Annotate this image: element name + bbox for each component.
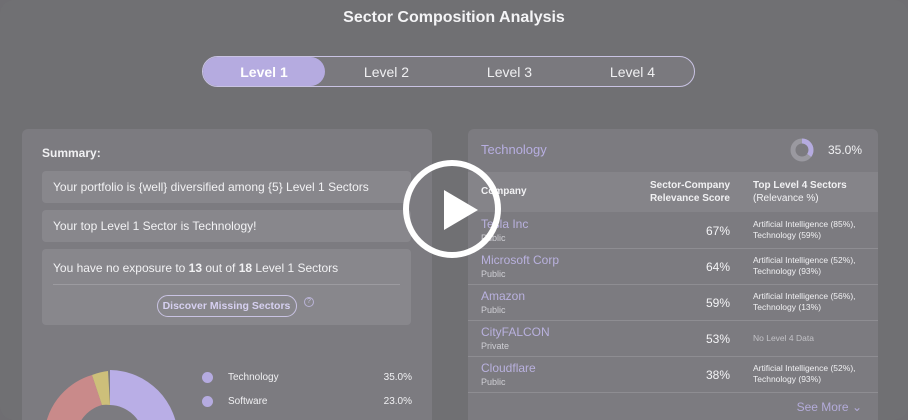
sector-line: Artificial Intelligence (85%), [753, 219, 856, 229]
video-frame: Sector Composition Analysis Level 1 Leve… [0, 0, 908, 420]
summary-label: Summary: [42, 146, 101, 160]
top-sectors: Artificial Intelligence (85%), Technology… [753, 219, 873, 241]
level-tabs: Level 1 Level 2 Level 3 Level 4 [202, 56, 695, 87]
col-relevance-score: Sector-Company Relevance Score [618, 179, 730, 205]
sector-donut-chart [46, 370, 176, 420]
sector-line: Artificial Intelligence (52%), [753, 363, 856, 373]
table-row[interactable]: Microsoft Corp Public 64% Artificial Int… [468, 249, 878, 285]
company-name[interactable]: Amazon [481, 289, 525, 303]
company-type: Public [481, 305, 506, 315]
company-name[interactable]: CityFALCON [481, 325, 550, 339]
legend-name: Software [228, 396, 268, 407]
question-icon[interactable]: ? [304, 297, 314, 307]
summary-diversification: Your portfolio is {well} diversified amo… [42, 171, 411, 203]
sector-pct-ring-icon [790, 138, 814, 162]
tab-level-2[interactable]: Level 2 [325, 57, 448, 86]
legend-dot [202, 396, 213, 407]
summary-panel: Summary: Your portfolio is {well} divers… [22, 129, 432, 420]
exposure-prefix: You have no exposure to [53, 261, 189, 275]
company-name[interactable]: Cloudflare [481, 361, 536, 375]
legend-pct: 23.0% [383, 396, 412, 407]
table-header: Company Sector-Company Relevance Score T… [468, 172, 878, 212]
summary-top-sector: Your top Level 1 Sector is Technology! [42, 210, 411, 242]
divider [53, 284, 400, 285]
sector-line: Technology (13%) [753, 302, 822, 312]
sector-line: Artificial Intelligence (56%), [753, 291, 856, 301]
table-row[interactable]: Cloudflare Public 38% Artificial Intelli… [468, 357, 878, 393]
sector-line: Artificial Intelligence (52%), [753, 255, 856, 265]
sector-detail-panel: Technology 35.0% Company Sector-Company … [468, 129, 878, 420]
top-sectors: Artificial Intelligence (56%), Technology… [753, 291, 873, 313]
see-more-link[interactable]: See More ⌄ [797, 400, 862, 414]
relevance-score: 59% [705, 296, 730, 310]
exposure-mid: out of [202, 261, 239, 275]
donut-segment-technology [110, 370, 176, 420]
legend-dot [202, 372, 213, 383]
col-sectors-line2: (Relevance %) [753, 193, 819, 204]
col-sectors-line1: Top Level 4 Sectors [753, 180, 847, 191]
tab-level-3[interactable]: Level 3 [448, 57, 571, 86]
relevance-score: 53% [705, 332, 730, 346]
company-name[interactable]: Microsoft Corp [481, 253, 559, 267]
top-sectors: Artificial Intelligence (52%), Technology… [753, 363, 873, 385]
sector-line: Technology (59%) [753, 230, 822, 240]
col-score-line2: Relevance Score [649, 193, 730, 204]
sector-line: Technology (93%) [753, 374, 822, 384]
relevance-score: 38% [705, 368, 730, 382]
exposure-suffix: Level 1 Sectors [252, 261, 339, 275]
play-button[interactable] [403, 160, 501, 258]
play-icon [444, 190, 478, 230]
company-type: Public [481, 269, 506, 279]
summary-exposure: You have no exposure to 13 out of 18 Lev… [42, 249, 411, 325]
sector-line: Technology (93%) [753, 266, 822, 276]
col-score-line1: Sector-Company [649, 180, 730, 191]
relevance-score: 64% [705, 260, 730, 274]
table-row[interactable]: Amazon Public 59% Artificial Intelligenc… [468, 285, 878, 321]
col-top-sectors: Top Level 4 Sectors (Relevance %) [753, 179, 847, 205]
table-row[interactable]: Tesla Inc Public 67% Artificial Intellig… [468, 213, 878, 249]
top-sectors: Artificial Intelligence (52%), Technology… [753, 255, 873, 277]
tab-level-4[interactable]: Level 4 [571, 57, 694, 86]
sector-line: No Level 4 Data [753, 333, 814, 343]
legend-name: Technology [228, 372, 279, 383]
sector-pct: 35.0% [827, 143, 862, 157]
discover-missing-sectors-button[interactable]: Discover Missing Sectors [156, 295, 297, 317]
sector-name: Technology [481, 142, 547, 157]
donut-segment-software [46, 375, 102, 420]
legend-pct: 35.0% [383, 372, 412, 383]
exposure-text: You have no exposure to 13 out of 18 Lev… [53, 261, 400, 275]
table-row[interactable]: CityFALCON Private 53% No Level 4 Data [468, 321, 878, 357]
tab-level-1[interactable]: Level 1 [203, 57, 325, 86]
exposure-count: 13 [188, 261, 203, 275]
relevance-score: 67% [705, 224, 730, 238]
exposure-total: 18 [238, 261, 253, 275]
top-sectors: No Level 4 Data [753, 333, 873, 344]
company-type: Public [481, 377, 506, 387]
company-type: Private [481, 341, 510, 351]
page-title: Sector Composition Analysis [343, 9, 565, 26]
